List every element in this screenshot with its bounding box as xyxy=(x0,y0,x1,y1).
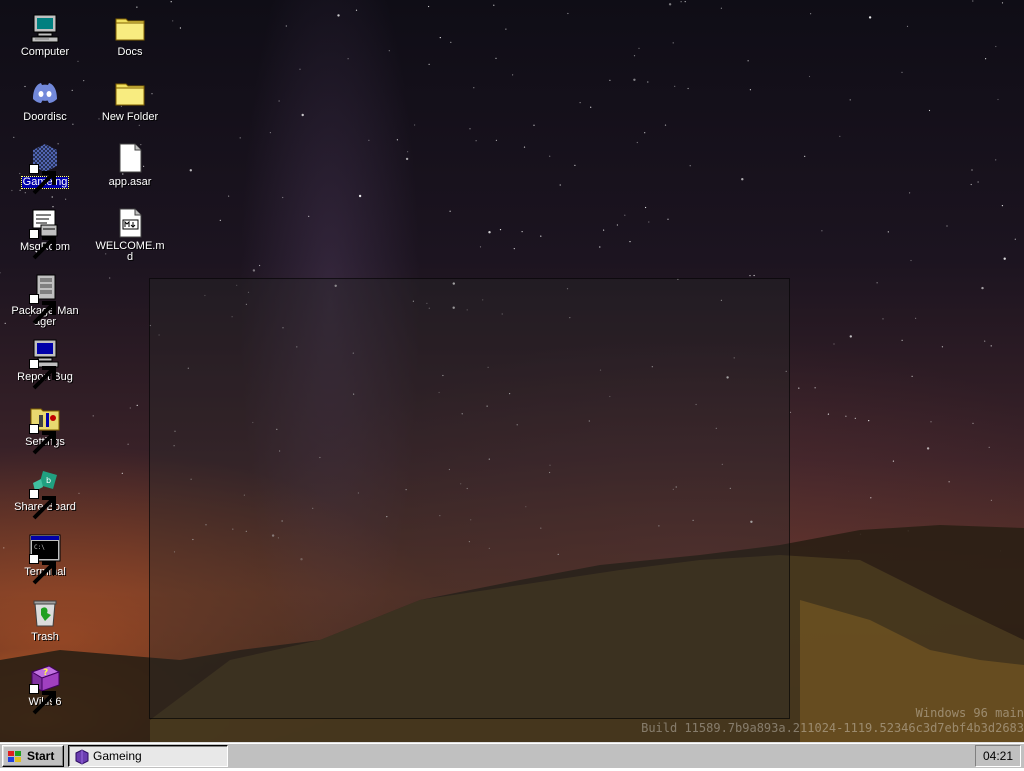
desktop-icon-app-asar[interactable]: app.asar xyxy=(92,134,168,196)
chat-icon xyxy=(29,207,61,260)
shortcut-arrow-icon xyxy=(29,684,56,715)
start-label: Start xyxy=(27,749,55,763)
package-icon xyxy=(29,272,61,325)
desktop-icon-label: Computer xyxy=(20,46,70,58)
desktop-icon-report-bug[interactable]: Report Bug xyxy=(7,329,83,391)
desktop-icon-terminal[interactable]: C:\ Terminal xyxy=(7,524,83,586)
desktop-icon-msgroom[interactable]: MsgRoom xyxy=(7,199,83,261)
folder-icon xyxy=(114,12,146,44)
build-watermark: Windows 96 main Build 11589.7b9a893a.211… xyxy=(594,706,1024,736)
drag-selection-rectangle xyxy=(149,278,790,719)
shortcut-arrow-icon xyxy=(29,489,56,520)
desktop-icon-docs[interactable]: Docs xyxy=(92,4,168,66)
clock-time: 04:21 xyxy=(982,749,1014,763)
windows-logo-icon xyxy=(7,749,23,765)
taskbar: Start Gameing 04:21 xyxy=(0,742,1024,768)
shortcut-arrow-icon xyxy=(29,554,56,585)
desktop-icon-label: New Folder xyxy=(101,111,159,123)
terminal-icon: C:\ xyxy=(29,532,61,585)
watermark-line-edition: Windows 96 main xyxy=(915,706,1024,720)
desktop-icon-welcome-md[interactable]: WELCOME.md xyxy=(92,199,168,263)
bug-report-icon xyxy=(29,337,61,390)
desktop-icon-trash[interactable]: Trash xyxy=(7,589,83,651)
svg-text:b: b xyxy=(46,476,51,485)
desktop-icon-gameing[interactable]: Gameing xyxy=(7,134,83,196)
share-board-icon: b xyxy=(29,467,61,520)
shortcut-arrow-icon xyxy=(29,359,56,390)
shortcut-arrow-icon xyxy=(29,164,56,195)
wiki-book-icon: ? xyxy=(29,662,61,715)
desktop-icon-label: WELCOME.md xyxy=(95,240,165,263)
desktop-icon-computer[interactable]: Computer xyxy=(7,4,83,66)
settings-icon xyxy=(29,402,61,455)
watermark-line-build: Build 11589.7b9a893a.211024-1119.52346c3… xyxy=(641,721,1024,735)
svg-text:C:\: C:\ xyxy=(34,544,45,551)
desktop-icon-doordisc[interactable]: Doordisc xyxy=(7,69,83,131)
desktop-icon-label: Trash xyxy=(31,631,59,643)
desktop[interactable]: Computer Doordisc Gameing MsgRoom Packag… xyxy=(0,0,1024,742)
desktop-icon-label: Docs xyxy=(117,46,143,58)
markdown-file-icon xyxy=(114,207,146,239)
shortcut-arrow-icon xyxy=(29,229,56,260)
desktop-icon-share-board[interactable]: b Share Board xyxy=(7,459,83,521)
start-button[interactable]: Start xyxy=(2,745,64,767)
discord-icon xyxy=(29,77,61,109)
svg-text:?: ? xyxy=(43,668,48,678)
desktop-icon-wiki96[interactable]: ? Wiki96 xyxy=(7,654,83,716)
shortcut-arrow-icon xyxy=(29,424,56,455)
file-icon xyxy=(114,142,146,174)
desktop-icon-label: app.asar xyxy=(108,176,152,188)
trash-icon xyxy=(29,597,61,629)
desktop-icon-package-manager[interactable]: Package Manager xyxy=(7,264,83,328)
computer-icon xyxy=(29,12,61,44)
taskbar-task-label: Gameing xyxy=(93,749,142,763)
desktop-icon-new-folder[interactable]: New Folder xyxy=(92,69,168,131)
folder-icon xyxy=(114,77,146,109)
system-tray-clock[interactable]: 04:21 xyxy=(975,745,1021,767)
game-icon xyxy=(29,142,61,195)
desktop-icon-label: Doordisc xyxy=(23,111,67,123)
taskbar-task-gameing[interactable]: Gameing xyxy=(68,745,228,767)
desktop-icon-settings[interactable]: Settings xyxy=(7,394,83,456)
shortcut-arrow-icon xyxy=(29,294,56,325)
game-icon xyxy=(74,749,90,765)
